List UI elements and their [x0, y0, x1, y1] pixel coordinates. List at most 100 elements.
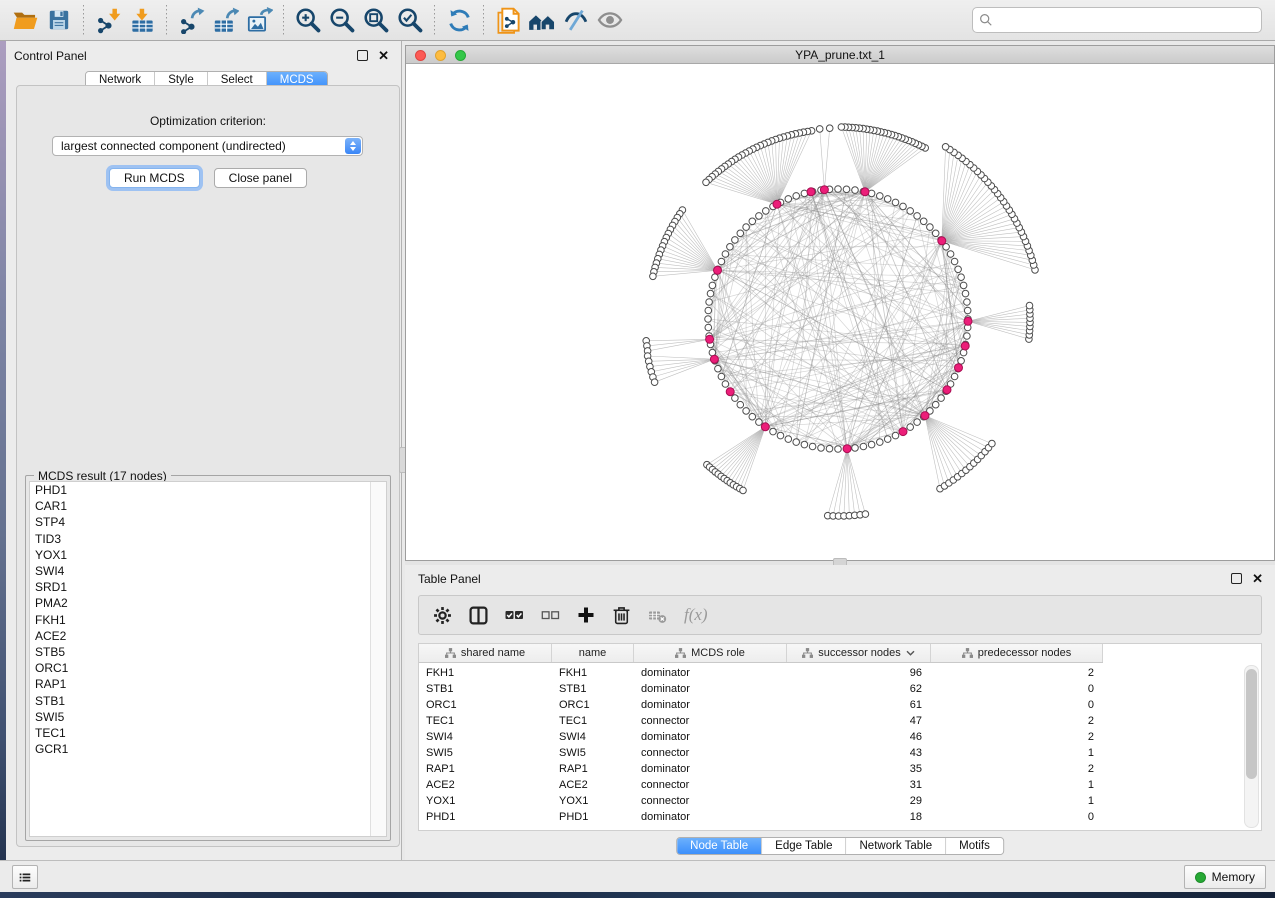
mcds-result-item[interactable]: STB1 — [30, 693, 386, 709]
mcds-result-item[interactable]: FKH1 — [30, 612, 386, 628]
float-table-panel-icon[interactable] — [1231, 573, 1242, 584]
network-ring-node[interactable] — [801, 441, 808, 448]
network-ring-node[interactable] — [743, 224, 750, 231]
export-table-button[interactable] — [208, 3, 242, 37]
network-ring-node[interactable] — [947, 251, 954, 258]
table-row[interactable]: STB1STB1dominator620 — [419, 681, 1261, 697]
network-mcds-hub-node[interactable] — [955, 364, 963, 372]
function-builder-button[interactable]: f(x) — [684, 605, 708, 625]
network-ring-node[interactable] — [835, 186, 842, 193]
network-ring-node[interactable] — [718, 258, 725, 265]
network-mcds-hub-node[interactable] — [843, 445, 851, 453]
network-leaf-node[interactable] — [942, 144, 949, 151]
network-ring-node[interactable] — [835, 446, 842, 453]
network-ring-node[interactable] — [964, 307, 971, 314]
mcds-result-item[interactable]: TEC1 — [30, 725, 386, 741]
mcds-result-item[interactable]: CAR1 — [30, 498, 386, 514]
table-scrollbar[interactable] — [1244, 665, 1259, 828]
mcds-list-scrollbar[interactable] — [370, 482, 386, 836]
show-analysis-button[interactable] — [593, 3, 627, 37]
network-ring-node[interactable] — [884, 436, 891, 443]
share-document-button[interactable] — [491, 3, 525, 37]
network-ring-node[interactable] — [914, 419, 921, 426]
network-ring-node[interactable] — [938, 395, 945, 402]
memory-button[interactable]: Memory — [1184, 865, 1266, 889]
network-graph[interactable] — [406, 64, 1274, 560]
network-mcds-hub-node[interactable] — [961, 342, 969, 350]
select-all-rows-button[interactable] — [505, 607, 524, 624]
network-ring-node[interactable] — [809, 443, 816, 450]
export-image-button[interactable] — [242, 3, 276, 37]
export-network-button[interactable] — [174, 3, 208, 37]
close-panel-icon[interactable]: ✕ — [378, 51, 389, 60]
network-leaf-node[interactable] — [1026, 302, 1033, 309]
network-ring-node[interactable] — [705, 324, 712, 331]
mcds-result-item[interactable]: YOX1 — [30, 547, 386, 563]
node-table[interactable]: shared namenameMCDS rolesuccessor nodesp… — [418, 643, 1262, 831]
network-ring-node[interactable] — [884, 196, 891, 203]
search-input[interactable] — [998, 12, 1255, 28]
network-mcds-hub-node[interactable] — [706, 335, 714, 343]
network-leaf-node[interactable] — [650, 273, 657, 280]
network-ring-node[interactable] — [749, 218, 756, 225]
network-leaf-node[interactable] — [816, 126, 823, 133]
network-ring-node[interactable] — [955, 266, 962, 273]
network-ring-node[interactable] — [785, 196, 792, 203]
network-ring-node[interactable] — [732, 237, 739, 244]
network-ring-node[interactable] — [756, 419, 763, 426]
network-ring-node[interactable] — [722, 251, 729, 258]
network-mcds-hub-node[interactable] — [726, 388, 734, 396]
mcds-result-item[interactable]: SRD1 — [30, 579, 386, 595]
network-leaf-node[interactable] — [826, 125, 833, 132]
network-mcds-hub-node[interactable] — [807, 188, 815, 196]
network-ring-node[interactable] — [960, 282, 967, 289]
network-ring-node[interactable] — [718, 373, 725, 380]
mcds-result-item[interactable]: RAP1 — [30, 676, 386, 692]
optimization-criterion-select[interactable]: largest connected component (undirected) — [52, 136, 363, 156]
network-window-titlebar[interactable]: YPA_prune.txt_1 — [406, 46, 1274, 64]
home-networks-button[interactable] — [525, 3, 559, 37]
network-ring-node[interactable] — [756, 213, 763, 220]
network-ring-node[interactable] — [793, 193, 800, 200]
network-ring-node[interactable] — [705, 307, 712, 314]
network-ring-node[interactable] — [706, 299, 713, 306]
network-ring-node[interactable] — [712, 274, 719, 281]
network-ring-node[interactable] — [749, 413, 756, 420]
deselect-all-rows-button[interactable] — [541, 607, 560, 624]
network-ring-node[interactable] — [777, 432, 784, 439]
table-row[interactable]: TEC1TEC1connector472 — [419, 713, 1261, 729]
network-mcds-hub-node[interactable] — [938, 237, 946, 245]
network-ring-node[interactable] — [732, 395, 739, 402]
network-mcds-hub-node[interactable] — [820, 186, 828, 194]
save-session-button[interactable] — [42, 3, 76, 37]
network-ring-node[interactable] — [932, 401, 939, 408]
column-header-shared-name[interactable]: shared name — [419, 644, 552, 662]
task-history-button[interactable] — [12, 865, 38, 889]
network-leaf-node[interactable] — [651, 379, 658, 386]
network-ring-node[interactable] — [964, 299, 971, 306]
network-ring-node[interactable] — [707, 290, 714, 297]
network-ring-node[interactable] — [852, 445, 859, 452]
import-network-button[interactable] — [91, 3, 125, 37]
mcds-result-item[interactable]: PHD1 — [30, 482, 386, 498]
mcds-result-item[interactable]: ACE2 — [30, 628, 386, 644]
network-mcds-hub-node[interactable] — [899, 428, 907, 436]
float-panel-icon[interactable] — [357, 50, 368, 61]
table-row[interactable]: YOX1YOX1connector291 — [419, 793, 1261, 809]
zoom-out-button[interactable] — [325, 3, 359, 37]
table-row[interactable]: SWI4SWI4dominator462 — [419, 729, 1261, 745]
close-panel-button[interactable]: Close panel — [214, 168, 307, 188]
mcds-result-item[interactable]: PMA2 — [30, 595, 386, 611]
mcds-result-item[interactable]: TID3 — [30, 531, 386, 547]
network-ring-node[interactable] — [770, 428, 777, 435]
network-mcds-hub-node[interactable] — [861, 188, 869, 196]
column-header-successor-nodes[interactable]: successor nodes — [787, 644, 931, 662]
hide-analysis-button[interactable] — [559, 3, 593, 37]
network-leaf-node[interactable] — [838, 124, 845, 131]
network-ring-node[interactable] — [860, 443, 867, 450]
network-ring-node[interactable] — [920, 218, 927, 225]
table-row[interactable]: RAP1RAP1dominator352 — [419, 761, 1261, 777]
network-ring-node[interactable] — [852, 187, 859, 194]
mcds-result-item[interactable]: SWI4 — [30, 563, 386, 579]
network-ring-node[interactable] — [900, 203, 907, 210]
